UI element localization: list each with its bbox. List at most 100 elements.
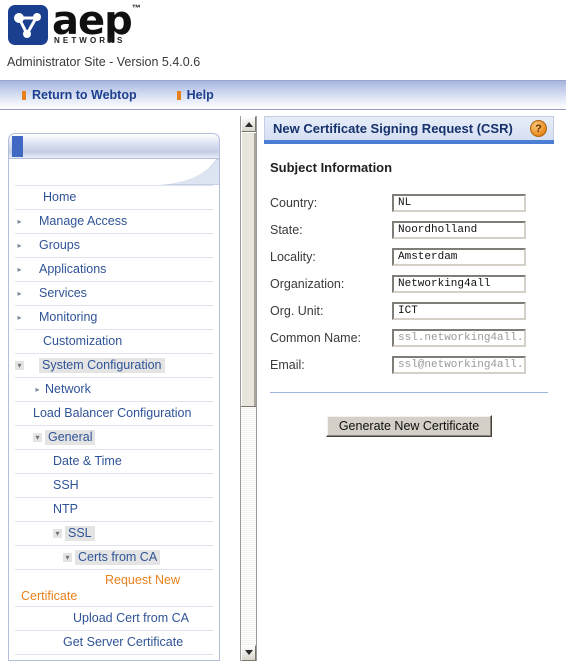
sidebar-item-request-new-certificate[interactable]: Request New Certificate: [15, 569, 213, 606]
sidebar-item-network[interactable]: ▸ Network: [15, 377, 213, 401]
form-row-state: State:: [266, 216, 552, 243]
admin-site-version: Administrator Site - Version 5.4.0.6: [7, 55, 201, 69]
locality-label: Locality:: [270, 249, 316, 264]
form-row-organization: Organization:: [266, 270, 552, 297]
generate-new-certificate-button[interactable]: Generate New Certificate: [325, 415, 493, 437]
sidebar-item-label: Home: [43, 190, 77, 204]
nav-help-label: Help: [186, 88, 214, 102]
sidebar-item-monitoring[interactable]: ▸ Monitoring: [15, 305, 213, 329]
sidebar-item-label: Upload Cert from CA: [73, 611, 190, 625]
chevron-down-icon[interactable]: ▾: [33, 433, 42, 442]
form-row-country: Country:: [266, 189, 552, 216]
brand-header: aep ™ NETWORKS Administrator Site - Vers…: [0, 0, 566, 78]
panel-header: New Certificate Signing Request (CSR) ?: [264, 116, 554, 140]
sidebar-item-label: Date & Time: [53, 454, 122, 468]
sidebar-item-label: Applications: [39, 262, 107, 276]
chevron-right-icon[interactable]: ▸: [33, 385, 42, 394]
sidebar-item-label: SSL: [65, 526, 95, 541]
trademark-symbol: ™: [131, 3, 141, 13]
sidebar-item-date-time[interactable]: Date & Time: [15, 449, 213, 473]
state-input[interactable]: [392, 220, 526, 239]
sidebar-item-label: Monitoring: [39, 310, 98, 324]
sidebar-item-manage-access[interactable]: ▸ Manage Access: [15, 209, 213, 233]
sidebar-item-label: System Configuration: [39, 358, 165, 373]
sidebar-item-label: Load Balancer Configuration: [33, 406, 192, 420]
org-unit-input[interactable]: [392, 301, 526, 320]
sidebar-item-home[interactable]: Home: [15, 185, 213, 209]
sidebar-item-load-existing-cert[interactable]: Load Existing Cert: [15, 654, 213, 660]
chevron-down-icon[interactable]: ▾: [53, 529, 62, 538]
sidebar-item-label: Certs from CA: [75, 550, 161, 565]
sidebar-item-ssh[interactable]: SSH: [15, 473, 213, 497]
sidebar-item-get-server-certificate[interactable]: Get Server Certificate: [15, 630, 213, 654]
org-unit-label: Org. Unit:: [270, 303, 324, 318]
chevron-down-icon[interactable]: ▾: [63, 553, 72, 562]
sidebar-item-label: Request New Certificate: [21, 573, 181, 603]
sidebar: Home ▸ Manage Access ▸ Groups ▸ Applications ▸ S…: [8, 133, 220, 661]
scroll-up-arrow-icon[interactable]: [241, 116, 256, 132]
sidebar-menu: Home ▸ Manage Access ▸ Groups ▸ Applications ▸ S…: [8, 185, 220, 661]
main-content-panel: New Certificate Signing Request (CSR) ? …: [264, 116, 554, 437]
brand-tagline: NETWORKS: [54, 36, 126, 45]
sidebar-item-label: Manage Access: [39, 214, 128, 228]
email-label: Email:: [270, 357, 305, 372]
brand-name: aep: [52, 0, 133, 44]
nav-help[interactable]: Help: [176, 88, 214, 102]
form-row-locality: Locality:: [266, 243, 552, 270]
sidebar-item-label: General: [45, 430, 96, 445]
sidebar-item-system-configuration[interactable]: ▾ System Configuration: [15, 353, 213, 377]
sidebar-item-general[interactable]: ▾ General: [15, 425, 213, 449]
sidebar-item-label: Get Server Certificate: [63, 635, 184, 649]
bullet-icon: [176, 90, 181, 100]
sidebar-item-load-balancer-configuration[interactable]: Load Balancer Configuration: [15, 401, 213, 425]
aep-network-node-icon: [8, 5, 48, 45]
bullet-icon: [22, 90, 26, 100]
csr-form: Country: State: Locality: Organization: Org.…: [266, 189, 552, 378]
sidebar-item-label: NTP: [53, 502, 78, 516]
form-row-email: Email:: [266, 351, 552, 378]
top-navigation-bar: Return to Webtop Help: [0, 80, 566, 110]
country-label: Country:: [270, 195, 318, 210]
sidebar-item-applications[interactable]: ▸ Applications: [15, 257, 213, 281]
sidebar-item-customization[interactable]: Customization: [15, 329, 213, 353]
chevron-right-icon[interactable]: ▸: [15, 313, 24, 322]
sidebar-item-label: SSH: [53, 478, 79, 492]
sidebar-header-bar: [8, 133, 220, 159]
page-title: New Certificate Signing Request (CSR): [273, 121, 513, 136]
chevron-right-icon[interactable]: ▸: [15, 289, 24, 298]
sidebar-item-ntp[interactable]: NTP: [15, 497, 213, 521]
common-name-label: Common Name:: [270, 330, 361, 345]
sidebar-decorative-swoosh: [8, 159, 220, 185]
sidebar-item-label: Groups: [39, 238, 80, 252]
nav-return-to-webtop-label: Return to Webtop: [32, 88, 137, 102]
sidebar-item-groups[interactable]: ▸ Groups: [15, 233, 213, 257]
country-input[interactable]: [392, 193, 526, 212]
locality-input[interactable]: [392, 247, 526, 266]
organization-input[interactable]: [392, 274, 526, 293]
form-row-org-unit: Org. Unit:: [266, 297, 552, 324]
email-input[interactable]: [392, 355, 526, 374]
sidebar-header-chip: [12, 136, 23, 157]
form-row-common-name: Common Name:: [266, 324, 552, 351]
brand-wordmark: aep ™ NETWORKS: [52, 0, 141, 45]
chevron-right-icon[interactable]: ▸: [15, 241, 24, 250]
chevron-right-icon[interactable]: ▸: [15, 217, 24, 226]
nav-return-to-webtop[interactable]: Return to Webtop: [22, 88, 137, 102]
sidebar-item-services[interactable]: ▸ Services: [15, 281, 213, 305]
aep-networks-logo: aep ™ NETWORKS: [8, 1, 141, 49]
section-title: Subject Information: [270, 160, 393, 175]
common-name-input[interactable]: [392, 328, 526, 347]
sidebar-item-upload-cert-from-ca[interactable]: Upload Cert from CA: [15, 606, 213, 630]
scrollbar-thumb[interactable]: [241, 132, 256, 407]
sidebar-item-ssl[interactable]: ▾ SSL: [15, 521, 213, 545]
content-vertical-scrollbar[interactable]: [240, 116, 257, 661]
help-question-icon[interactable]: ?: [530, 120, 547, 137]
sidebar-item-certs-from-ca[interactable]: ▾ Certs from CA: [15, 545, 213, 569]
chevron-down-icon[interactable]: ▾: [15, 361, 24, 370]
state-label: State:: [270, 222, 303, 237]
sidebar-item-label: Services: [39, 286, 87, 300]
form-divider: [270, 392, 548, 393]
chevron-right-icon[interactable]: ▸: [15, 265, 24, 274]
scroll-down-arrow-icon[interactable]: [241, 645, 256, 661]
sidebar-item-label: Network: [45, 382, 91, 396]
